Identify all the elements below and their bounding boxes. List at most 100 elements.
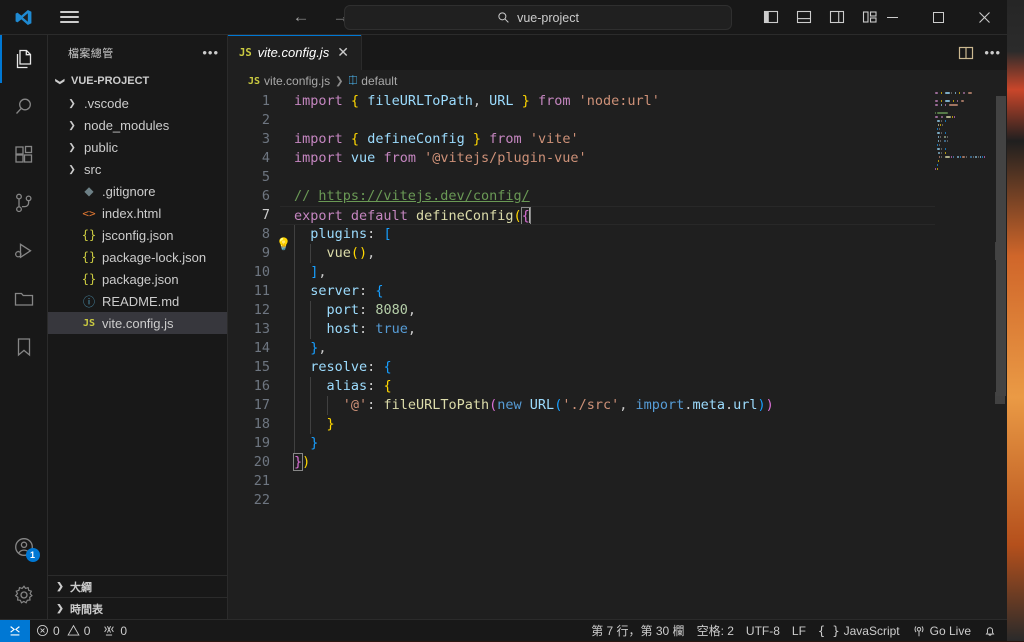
tree-item-vite-config-js[interactable]: JSvite.config.js	[48, 312, 227, 334]
minimap-segment	[940, 140, 941, 142]
code-token: alias	[327, 378, 368, 394]
line-number: 19	[228, 434, 270, 453]
status-notifications[interactable]	[977, 620, 1003, 642]
minimap-segment	[955, 92, 956, 94]
editor-tabs: JS vite.config.js ✕	[228, 35, 362, 70]
close-button[interactable]	[961, 0, 1007, 35]
status-eol[interactable]: LF	[786, 620, 812, 642]
tree-item-index-html[interactable]: <>index.html	[48, 202, 227, 224]
status-ports[interactable]: 0	[96, 620, 133, 642]
code-token: :	[359, 321, 367, 337]
tree-item-public[interactable]: ❯public	[48, 136, 227, 158]
tree-item-readme-md[interactable]: ⓘREADME.md	[48, 290, 227, 312]
minimap-line	[935, 172, 993, 175]
code-token	[416, 150, 424, 166]
code-token	[294, 264, 310, 280]
sidebar-title: 檔案總管	[68, 45, 202, 61]
code-token: :	[359, 302, 367, 318]
minimize-button[interactable]	[869, 0, 915, 35]
minimap[interactable]	[935, 92, 993, 619]
tab-label: vite.config.js	[258, 45, 330, 60]
activity-search[interactable]	[0, 83, 48, 131]
remote-indicator[interactable]	[0, 620, 30, 642]
hamburger-menu-icon[interactable]	[46, 8, 92, 26]
activity-accounts[interactable]: 1	[0, 523, 48, 571]
section-timeline[interactable]: ❯時間表	[48, 597, 227, 619]
section-outline[interactable]: ❯大綱	[48, 575, 227, 597]
activity-extensions[interactable]	[0, 131, 48, 179]
code-text: host: true,	[294, 320, 1007, 339]
minimap-segment	[968, 92, 972, 94]
layout-sidebar-right-icon[interactable]	[824, 5, 850, 29]
line-number: 5	[228, 168, 270, 187]
tab-close-button[interactable]: ✕	[335, 44, 351, 61]
status-go-live[interactable]: Go Live	[906, 620, 977, 642]
breadcrumb-symbol[interactable]: ⎅ default	[348, 74, 397, 88]
sidebar-more-actions-button[interactable]: •••	[202, 45, 219, 60]
tab-vite-config-js[interactable]: JS vite.config.js ✕	[228, 35, 362, 70]
code-token	[294, 359, 310, 375]
status-language-mode[interactable]: { } JavaScript	[812, 620, 906, 642]
minimap-segment	[942, 124, 943, 126]
code-token: resolve	[310, 359, 367, 375]
tree-item-node-modules[interactable]: ❯node_modules	[48, 114, 227, 136]
code-text: // https://vitejs.dev/config/	[294, 187, 1007, 206]
code-text: import { fileURLToPath, URL } from 'node…	[294, 92, 1007, 111]
minimap-segment	[939, 144, 940, 146]
minimap-segment	[938, 140, 940, 142]
editor-more-actions-button[interactable]: •••	[984, 45, 1001, 60]
code-line: 20})	[228, 453, 1007, 472]
activity-run-debug[interactable]	[0, 227, 48, 275]
editor-vertical-scrollbar[interactable]	[993, 92, 1007, 619]
layout-sidebar-left-icon[interactable]	[758, 5, 784, 29]
line-number: 18	[228, 415, 270, 434]
tree-item-gitignore[interactable]: ◆.gitignore	[48, 180, 227, 202]
tree-item-src[interactable]: ❯src	[48, 158, 227, 180]
scrollbar-thumb[interactable]	[996, 96, 1006, 396]
minimap-segment	[935, 92, 938, 94]
tree-item-vscode[interactable]: ❯.vscode	[48, 92, 227, 114]
minimap-segment	[980, 156, 981, 158]
activity-source-control[interactable]	[0, 179, 48, 227]
status-cursor-position[interactable]: 第 7 行，第 30 欄	[585, 620, 690, 642]
code-line: 19 }	[228, 434, 1007, 453]
code-token: meta	[692, 397, 725, 413]
code-token	[627, 397, 635, 413]
code-editor[interactable]: 1import { fileURLToPath, URL } from 'nod…	[228, 92, 1007, 619]
minimap-segment	[961, 100, 964, 102]
status-encoding[interactable]: UTF-8	[740, 620, 786, 642]
code-token: )	[302, 454, 310, 470]
minimap-segment	[978, 156, 979, 158]
minimap-line	[935, 104, 993, 107]
chevron-right-icon: ❯	[64, 120, 80, 131]
editor-group: JS vite.config.js ✕ •••	[228, 35, 1007, 619]
command-center-search[interactable]: vue-project	[344, 5, 732, 30]
code-token	[465, 131, 473, 147]
activity-bookmarks[interactable]	[0, 323, 48, 371]
tree-item-package-json[interactable]: {}package.json	[48, 268, 227, 290]
split-editor-icon[interactable]	[958, 45, 974, 61]
code-token: import	[294, 93, 343, 109]
maximize-button[interactable]	[915, 0, 961, 35]
code-token	[359, 93, 367, 109]
explorer-root-section[interactable]: ❯ VUE-PROJECT	[48, 70, 227, 92]
breadcrumb-file[interactable]: JS vite.config.js	[248, 74, 330, 88]
minimap-segment	[939, 156, 940, 158]
status-problems[interactable]: 0 0	[30, 620, 96, 642]
git-file-icon: ◆	[80, 184, 98, 198]
tree-item-jsconfig-json[interactable]: {}jsconfig.json	[48, 224, 227, 246]
layout-panel-icon[interactable]	[791, 5, 817, 29]
code-text: resolve: {	[294, 358, 1007, 377]
minimap-segment	[984, 156, 985, 158]
minimap-segment	[937, 164, 938, 166]
minimap-segment	[937, 168, 938, 170]
code-line: 4import vue from '@vitejs/plugin-vue'	[228, 149, 1007, 168]
tree-item-package-lock-json[interactable]: {}package-lock.json	[48, 246, 227, 268]
minimap-segment	[941, 100, 942, 102]
back-button[interactable]: ←	[286, 5, 316, 29]
activity-settings[interactable]	[0, 571, 48, 619]
status-indentation[interactable]: 空格: 2	[691, 620, 740, 642]
indent-guide	[294, 396, 295, 415]
activity-explorer[interactable]	[0, 35, 48, 83]
activity-remote-explorer[interactable]	[0, 275, 48, 323]
